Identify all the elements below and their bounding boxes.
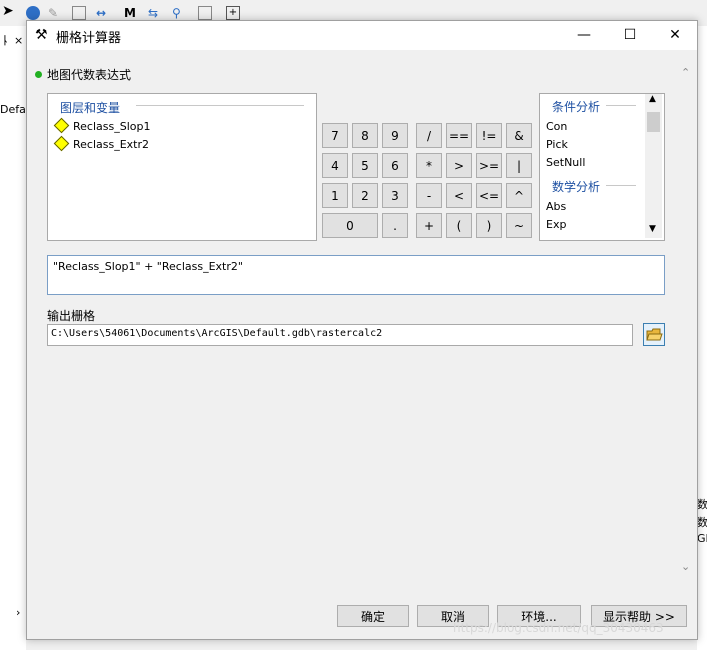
maximize-button[interactable]: ☐ <box>607 21 653 50</box>
dialog-scrollbar[interactable]: ⌃ ⌄ <box>678 50 695 574</box>
raster-layer-icon <box>53 135 70 152</box>
hammer-icon: ⚒ <box>35 27 48 43</box>
function-item[interactable]: Exp <box>546 218 566 231</box>
conditional-group-title: 条件分析 <box>552 100 601 114</box>
ok-button[interactable]: 确定 <box>337 605 409 627</box>
chevron-right-icon[interactable]: › <box>16 606 20 619</box>
key-equal[interactable]: == <box>446 123 472 148</box>
layer-item[interactable]: Reclass_Extr2 <box>53 135 150 152</box>
key-or[interactable]: | <box>506 153 532 178</box>
expression-text: "Reclass_Slop1" + "Reclass_Extr2" <box>53 260 243 273</box>
time-icon[interactable] <box>198 6 212 20</box>
output-path-text: C:\Users\54061\Documents\ArcGIS\Default.… <box>51 328 383 339</box>
close-button[interactable]: ✕ <box>652 21 698 50</box>
pin-icon[interactable]: ᚿ <box>2 34 9 47</box>
key-3[interactable]: 3 <box>382 183 408 208</box>
table-icon[interactable] <box>72 6 86 20</box>
function-item[interactable]: Pick <box>546 138 568 151</box>
key-not-equal[interactable]: != <box>476 123 502 148</box>
output-raster-input[interactable]: C:\Users\54061\Documents\ArcGIS\Default.… <box>47 324 633 346</box>
identify-icon[interactable] <box>26 6 40 20</box>
pointer-icon[interactable]: ➤ <box>2 3 18 19</box>
background-right-text-1: 数 <box>697 498 707 511</box>
key-less-equal[interactable]: <= <box>476 183 502 208</box>
layer-label: Reclass_Slop1 <box>73 120 151 133</box>
key-5[interactable]: 5 <box>352 153 378 178</box>
key-divide[interactable]: / <box>416 123 442 148</box>
function-item[interactable]: SetNull <box>546 156 585 169</box>
key-2[interactable]: 2 <box>352 183 378 208</box>
key-7[interactable]: 7 <box>322 123 348 148</box>
function-item[interactable]: Con <box>546 120 567 133</box>
raster-calculator-dialog: ⚒ 栅格计算器 — ☐ ✕ 地图代数表达式 图层和变量 Reclass_Slop… <box>26 20 698 640</box>
background-right-text-3: GI <box>697 532 707 545</box>
expression-editor[interactable]: "Reclass_Slop1" + "Reclass_Extr2" <box>47 255 665 295</box>
viewer-icon[interactable]: + <box>226 6 240 20</box>
scroll-thumb[interactable] <box>647 112 660 132</box>
divider <box>136 105 304 106</box>
key-plus[interactable]: + <box>416 213 442 238</box>
key-xor[interactable]: ^ <box>506 183 532 208</box>
map-algebra-label: 地图代数表达式 <box>47 68 132 82</box>
watermark: https://blog.csdn.net/qq_30430463 <box>453 621 664 635</box>
close-pane-icon[interactable]: × <box>14 34 23 47</box>
dialog-title: 栅格计算器 <box>56 31 122 46</box>
scroll-up-icon[interactable]: ▲ <box>649 94 656 104</box>
raster-layer-icon <box>53 117 70 134</box>
output-raster-label: 输出栅格 <box>47 309 96 323</box>
layer-label: Reclass_Extr2 <box>73 138 150 151</box>
key-9[interactable]: 9 <box>382 123 408 148</box>
divider <box>606 105 636 106</box>
minimize-button[interactable]: — <box>561 21 607 50</box>
background-left-text: Defa <box>0 103 26 116</box>
browse-button[interactable] <box>643 323 665 346</box>
key-4[interactable]: 4 <box>322 153 348 178</box>
key-and[interactable]: & <box>506 123 532 148</box>
layer-item[interactable]: Reclass_Slop1 <box>53 117 151 134</box>
key-less[interactable]: < <box>446 183 472 208</box>
scroll-down-icon[interactable]: ▼ <box>649 224 656 234</box>
math-group-title: 数学分析 <box>552 180 601 194</box>
key-greater-equal[interactable]: >= <box>476 153 502 178</box>
background-left-pane: ᚿ × Defa › <box>0 26 26 650</box>
layers-variables-panel[interactable]: 图层和变量 Reclass_Slop1 Reclass_Extr2 <box>47 93 317 241</box>
function-item[interactable]: Abs <box>546 200 566 213</box>
layers-panel-title: 图层和变量 <box>60 101 121 115</box>
key-minus[interactable]: - <box>416 183 442 208</box>
functions-panel[interactable]: 条件分析 Con Pick SetNull 数学分析 Abs Exp ▲ ▼ <box>539 93 665 241</box>
dialog-body: 地图代数表达式 图层和变量 Reclass_Slop1 Reclass_Extr… <box>27 50 697 639</box>
key-close-paren[interactable]: ) <box>476 213 502 238</box>
key-8[interactable]: 8 <box>352 123 378 148</box>
functions-scrollbar[interactable]: ▲ ▼ <box>645 94 662 238</box>
key-decimal[interactable]: . <box>382 213 408 238</box>
key-multiply[interactable]: * <box>416 153 442 178</box>
key-greater[interactable]: > <box>446 153 472 178</box>
chevron-down-icon[interactable]: ⌄ <box>681 560 690 573</box>
chevron-up-icon[interactable]: ⌃ <box>681 66 690 79</box>
background-right-text-2: 数 <box>697 516 707 529</box>
status-dot-icon <box>35 71 42 78</box>
folder-open-icon <box>646 328 663 341</box>
key-not[interactable]: ~ <box>506 213 532 238</box>
divider <box>606 185 636 186</box>
title-bar[interactable]: ⚒ 栅格计算器 — ☐ ✕ <box>27 21 697 50</box>
key-6[interactable]: 6 <box>382 153 408 178</box>
background-right-pane: 数 数 GI <box>697 26 707 650</box>
key-1[interactable]: 1 <box>322 183 348 208</box>
key-open-paren[interactable]: ( <box>446 213 472 238</box>
key-0[interactable]: 0 <box>322 213 378 238</box>
